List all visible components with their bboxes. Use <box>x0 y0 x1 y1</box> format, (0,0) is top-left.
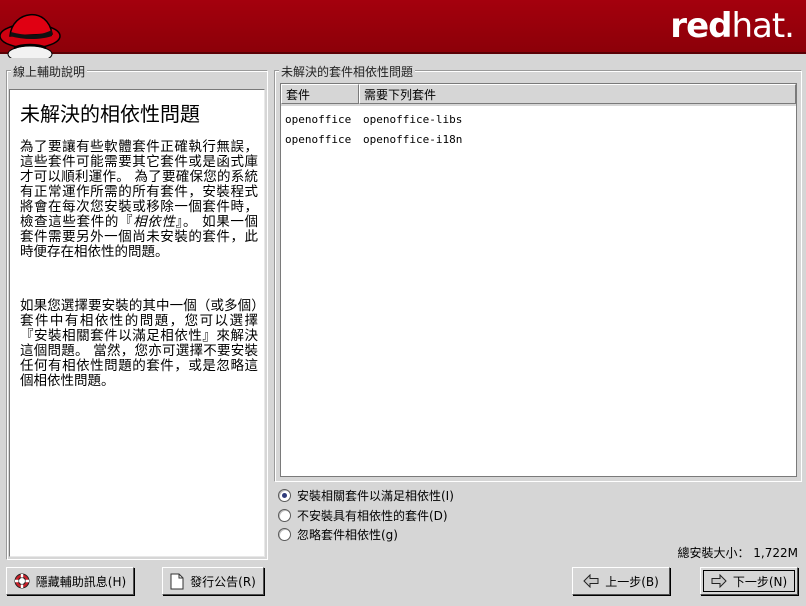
lifebuoy-icon <box>14 573 30 589</box>
option-label: 安裝相關套件以滿足相依性(I) <box>297 488 454 503</box>
help-pane[interactable]: 未解決的相依性問題 為了要讓有些軟體套件正確執行無誤，這些套件可能需要其它套件或… <box>9 89 265 557</box>
redhat-banner: redhat. <box>0 0 806 58</box>
help-emphasis: 相依性 <box>133 214 176 230</box>
dependency-table[interactable]: 套件 需要下列套件 openoffice openoffice-libs ope… <box>280 83 797 477</box>
option-ignore-deps[interactable]: 忽略套件相依性(g) <box>278 525 398 543</box>
option-label: 不安裝具有相依性的套件(D) <box>297 508 448 523</box>
help-paragraph-1: 為了要讓有些軟體套件正確執行無誤，這些套件可能需要其它套件或是函式庫才可以順利運… <box>20 139 259 260</box>
option-install-deps[interactable]: 安裝相關套件以滿足相依性(I) <box>278 486 454 504</box>
arrow-right-icon <box>711 574 727 588</box>
back-button[interactable]: 上一步(B) <box>572 567 670 595</box>
total-install-size: 總安裝大小： 1,722M <box>677 546 798 560</box>
cell-requires: openoffice-libs <box>363 113 463 126</box>
cell-package: openoffice <box>285 133 352 146</box>
redhat-wordmark: redhat. <box>670 6 795 46</box>
deps-group: 未解決的套件相依性問題 套件 需要下列套件 openoffice openoff… <box>274 63 802 482</box>
release-notes-button[interactable]: 發行公告(R) <box>162 567 264 595</box>
column-header-requires[interactable]: 需要下列套件 <box>359 84 796 104</box>
option-label: 忽略套件相依性(g) <box>297 527 398 542</box>
column-header-package[interactable]: 套件 <box>281 84 359 104</box>
arrow-left-icon <box>583 574 599 588</box>
help-group: 線上輔助說明 未解決的相依性問題 為了要讓有些軟體套件正確執行無誤，這些套件可能… <box>6 63 268 560</box>
hide-help-button[interactable]: 隱藏輔助訊息(H) <box>6 567 134 595</box>
cell-requires: openoffice-i18n <box>363 133 463 146</box>
table-row[interactable]: openoffice openoffice-i18n <box>281 130 796 150</box>
document-icon <box>170 573 184 590</box>
help-group-label: 線上輔助說明 <box>11 63 88 80</box>
radio-button-selected[interactable] <box>278 488 291 502</box>
next-button[interactable]: 下一步(N) <box>700 567 798 595</box>
help-paragraph-2: 如果您選擇要安裝的其中一個（或多個）套件中有相依性的問題，您可以選擇『安裝相關套… <box>20 298 258 389</box>
table-header: 套件 需要下列套件 <box>281 84 796 106</box>
option-skip-deps[interactable]: 不安裝具有相依性的套件(D) <box>278 506 448 524</box>
radio-button[interactable] <box>278 508 291 522</box>
table-row[interactable]: openoffice openoffice-libs <box>281 110 796 130</box>
help-title: 未解決的相依性問題 <box>20 102 200 126</box>
radio-button[interactable] <box>278 527 291 541</box>
deps-group-label: 未解決的套件相依性問題 <box>279 63 416 80</box>
cell-package: openoffice <box>285 113 352 126</box>
shadowman-logo <box>0 14 61 58</box>
